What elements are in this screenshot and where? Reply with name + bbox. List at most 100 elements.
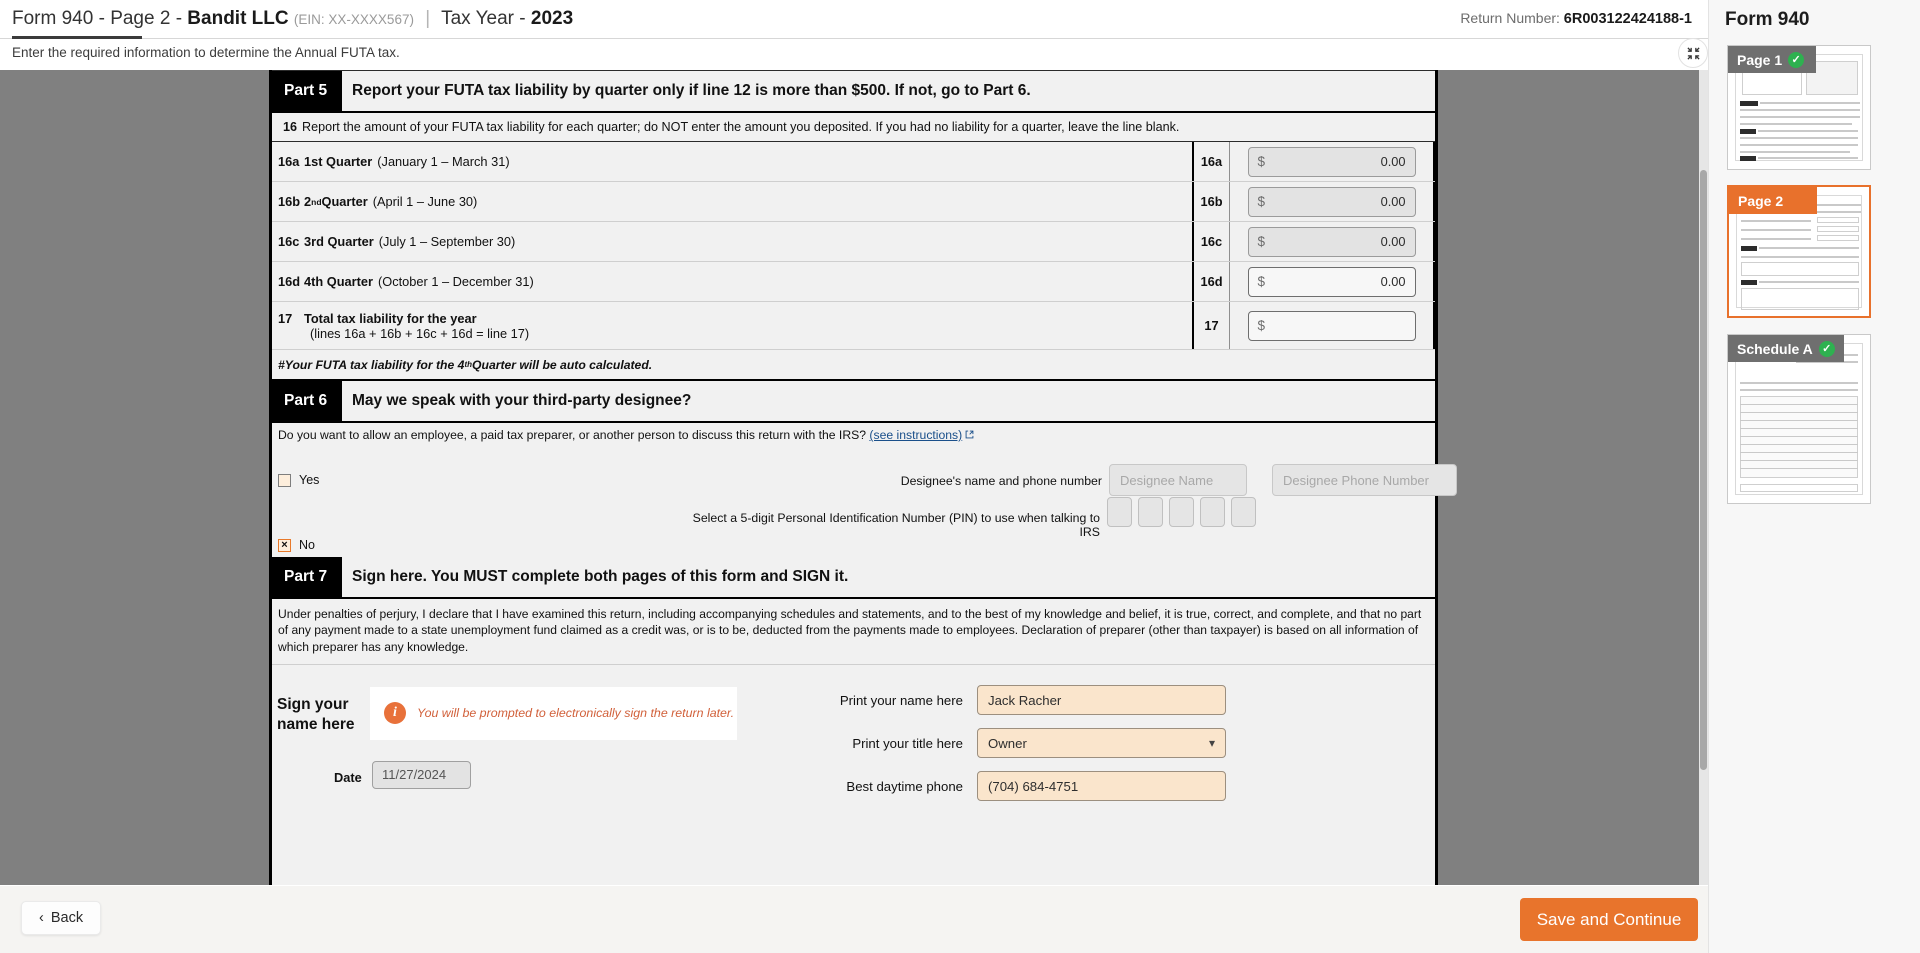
table-row: 16c 3rd Quarter (July 1 – September 30) … bbox=[272, 222, 1435, 262]
pin-digit-4[interactable] bbox=[1200, 497, 1225, 527]
daytime-phone-label: Best daytime phone bbox=[846, 778, 963, 794]
line-17-amount-input[interactable]: $ bbox=[1247, 310, 1416, 341]
print-title-select[interactable]: Owner ▾ bbox=[977, 728, 1226, 759]
line-16b-quarter-word: Quarter bbox=[321, 194, 368, 209]
form-viewer: Part 5 Report your FUTA tax liability by… bbox=[0, 70, 1708, 885]
esign-info-box: i You will be prompted to electronically… bbox=[370, 686, 737, 740]
part5-header: Part 5 Report your FUTA tax liability by… bbox=[272, 71, 1435, 113]
thumbnail-schedule-a-preview bbox=[1735, 343, 1863, 495]
table-row: 16a 1st Quarter (January 1 – March 31) 1… bbox=[272, 142, 1435, 182]
title-underline bbox=[12, 36, 142, 39]
page-subheader: Enter the required information to determ… bbox=[0, 40, 1708, 70]
line-16d-label: 16d 4th Quarter (October 1 – December 31… bbox=[272, 262, 1192, 301]
chevron-left-icon: ‹ bbox=[39, 910, 44, 926]
designee-yes-option[interactable]: Yes bbox=[278, 473, 319, 487]
line-17-code: 17 bbox=[278, 310, 293, 326]
tax-year-label: Tax Year - bbox=[441, 8, 531, 29]
tax-year-value: 2023 bbox=[530, 8, 574, 29]
line-16b-range: (April 1 – June 30) bbox=[372, 194, 478, 209]
info-icon: i bbox=[384, 702, 406, 725]
dollar-sign: $ bbox=[1257, 154, 1266, 169]
date-label: Date bbox=[334, 769, 362, 785]
thumbnail-panel: Form 940 Page 1 ✓ Page 2 Schedule A ✓ bbox=[1708, 0, 1920, 953]
save-and-continue-button[interactable]: Save and Continue bbox=[1520, 898, 1698, 941]
line-16c-amount-input[interactable]: $ 0.00 bbox=[1247, 226, 1416, 257]
line-17-input-cell: $ bbox=[1230, 302, 1435, 349]
see-instructions-link[interactable]: (see instructions) bbox=[869, 428, 962, 442]
part7-title: Sign here. You MUST complete both pages … bbox=[352, 568, 849, 585]
line-16b-amount-input[interactable]: $ 0.00 bbox=[1247, 186, 1416, 217]
return-number: Return Number: 6R003122424188-1 bbox=[1460, 10, 1692, 27]
perjury-declaration: Under penalties of perjury, I declare th… bbox=[272, 599, 1435, 665]
thumbnail-page-1-inner: Page 1 ✓ bbox=[1728, 46, 1870, 169]
line-17-label: 17 Total tax liability for the year (lin… bbox=[272, 302, 1192, 349]
daytime-phone-input[interactable]: (704) 684-4751 bbox=[977, 771, 1226, 802]
designee-no-option[interactable]: × No bbox=[278, 538, 315, 552]
line-17-box-code: 17 bbox=[1192, 302, 1230, 349]
footnote-sup: th bbox=[464, 360, 473, 369]
line-16b-input-cell: $ 0.00 bbox=[1230, 182, 1435, 221]
designee-no-label: No bbox=[299, 538, 315, 552]
date-input[interactable]: 11/27/2024 bbox=[372, 760, 471, 789]
part6-header: Part 6 May we speak with your third-part… bbox=[272, 381, 1435, 423]
designee-yes-checkbox[interactable] bbox=[278, 473, 291, 487]
line-16a-amount-input[interactable]: $ 0.00 bbox=[1247, 146, 1416, 177]
pin-digit-5[interactable] bbox=[1231, 497, 1256, 527]
part6-question-text: Do you want to allow an employee, a paid… bbox=[278, 428, 867, 442]
line-16d-range: (October 1 – December 31) bbox=[377, 274, 534, 289]
line-17-formula: (lines 16a + 16b + 16c + 16d = line 17) bbox=[310, 325, 530, 341]
table-row: 16d 4th Quarter (October 1 – December 31… bbox=[272, 262, 1435, 302]
line-16a-code: 16a bbox=[278, 154, 300, 169]
pin-digit-3[interactable] bbox=[1169, 497, 1194, 527]
pin-digit-1[interactable] bbox=[1107, 497, 1132, 527]
designee-yes-label: Yes bbox=[299, 473, 320, 487]
designee-name-input[interactable]: Designee Name bbox=[1109, 464, 1247, 496]
thumbnail-schedule-a-inner: Schedule A ✓ bbox=[1728, 335, 1870, 503]
thumbnail-schedule-a-badge: Schedule A ✓ bbox=[1728, 335, 1844, 362]
designee-no-checkbox[interactable]: × bbox=[278, 538, 291, 552]
app-root: Form 940 - Page 2 - Bandit LLC (EIN: XX-… bbox=[0, 0, 1920, 953]
viewer-scrollbar[interactable] bbox=[1699, 70, 1708, 885]
viewer-scrollbar-thumb[interactable] bbox=[1700, 170, 1707, 770]
line-16a-range: (January 1 – March 31) bbox=[377, 154, 510, 169]
chevron-down-icon: ▾ bbox=[1208, 736, 1215, 751]
designee-field-label: Designee's name and phone number bbox=[900, 474, 1102, 488]
thumbnail-page-1[interactable]: Page 1 ✓ bbox=[1727, 45, 1871, 170]
part7-tag: Part 7 bbox=[272, 557, 342, 597]
signature-area: Sign your name here i You will be prompt… bbox=[272, 665, 1435, 855]
return-number-label: Return Number: bbox=[1460, 10, 1564, 26]
line-16d-code: 16d bbox=[278, 274, 301, 289]
pin-digit-2[interactable] bbox=[1138, 497, 1163, 527]
part6-tag: Part 6 bbox=[272, 381, 342, 421]
line16-number: 16 bbox=[282, 120, 297, 134]
print-title-row: Print your title here Owner ▾ bbox=[817, 722, 1432, 765]
print-title-value: Owner bbox=[988, 735, 1027, 751]
thumbnail-page-2[interactable]: Page 2 bbox=[1727, 185, 1871, 318]
external-link-icon bbox=[965, 428, 974, 442]
thumbnail-page-1-badge: Page 1 ✓ bbox=[1728, 46, 1816, 73]
title-separator: | bbox=[425, 8, 431, 29]
print-name-input[interactable]: Jack Racher bbox=[977, 685, 1226, 716]
line-16d-amount-input[interactable]: $ 0.00 bbox=[1247, 266, 1416, 297]
back-button[interactable]: ‹ Back bbox=[21, 901, 102, 935]
thumbnail-schedule-a-label: Schedule A bbox=[1737, 340, 1813, 357]
thumbnail-schedule-a[interactable]: Schedule A ✓ bbox=[1727, 334, 1871, 504]
page-title-prefix: Form 940 - Page 2 - bbox=[12, 8, 188, 29]
line-16c-input-cell: $ 0.00 bbox=[1230, 222, 1435, 261]
collapse-icon[interactable] bbox=[1678, 38, 1708, 68]
line-16c-box-code: 16c bbox=[1192, 222, 1230, 261]
line16-instruction: 16 Report the amount of your FUTA tax li… bbox=[272, 113, 1435, 142]
line-16d-box-code: 16d bbox=[1192, 262, 1230, 301]
line16-text: Report the amount of your FUTA tax liabi… bbox=[302, 120, 1180, 134]
company-name: Bandit LLC bbox=[187, 8, 289, 29]
thumbnail-panel-title: Form 940 bbox=[1725, 9, 1810, 30]
line-16a-label: 16a 1st Quarter (January 1 – March 31) bbox=[272, 142, 1192, 181]
line-16c-amount-value: 0.00 bbox=[1380, 234, 1406, 249]
line-16b-quarter-num: 2 bbox=[304, 194, 312, 209]
line-16c-label: 16c 3rd Quarter (July 1 – September 30) bbox=[272, 222, 1192, 261]
part6-question: Do you want to allow an employee, a paid… bbox=[272, 423, 1435, 447]
thumbnail-page-2-label: Page 2 bbox=[1738, 192, 1784, 209]
part5-footnote: #Your FUTA tax liability for the 4th Qua… bbox=[272, 350, 1435, 381]
designee-phone-input[interactable]: Designee Phone Number bbox=[1272, 464, 1457, 496]
thumbnail-page-2-badge: Page 2 bbox=[1729, 187, 1817, 214]
